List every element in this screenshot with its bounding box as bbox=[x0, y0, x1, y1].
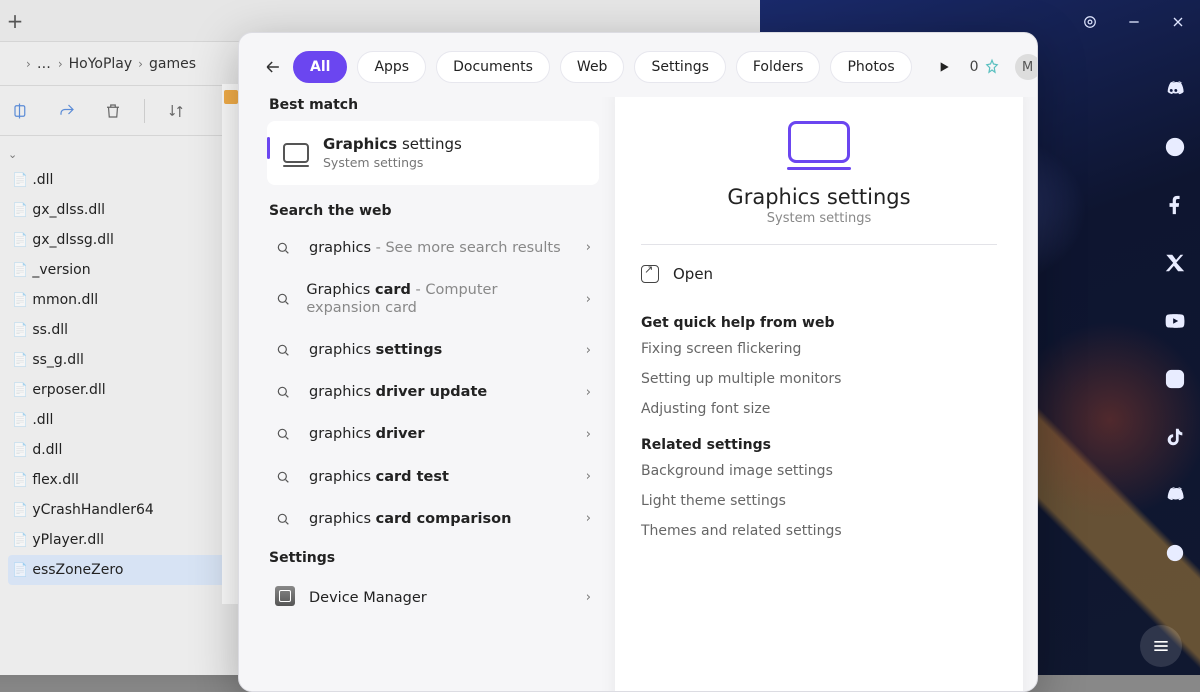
web-search-suggestion[interactable]: Graphics card - Computer expansion card › bbox=[267, 269, 599, 329]
search-filter-tabs: All Apps Documents Web Settings Folders Photos… bbox=[239, 33, 1037, 97]
settings-gear-icon[interactable] bbox=[1076, 8, 1104, 36]
filter-tab-photos[interactable]: Photos bbox=[830, 51, 911, 83]
chevron-right-icon: › bbox=[586, 343, 591, 358]
suggestion-label: graphics card test bbox=[309, 468, 449, 486]
help-link[interactable]: Setting up multiple monitors bbox=[641, 371, 997, 387]
search-results-list: Best match Graphics settings System sett… bbox=[239, 97, 609, 691]
crumb-ellipsis[interactable]: … bbox=[37, 56, 52, 72]
minimize-icon[interactable] bbox=[1120, 8, 1148, 36]
related-link[interactable]: Background image settings bbox=[641, 463, 997, 479]
chevron-right-icon: › bbox=[586, 427, 591, 442]
settings-result[interactable]: Device Manager › bbox=[267, 574, 599, 622]
search-icon bbox=[275, 384, 295, 400]
points-value: 0 bbox=[970, 59, 979, 75]
facebook-icon[interactable] bbox=[1158, 188, 1192, 222]
menu-icon[interactable] bbox=[1140, 625, 1182, 667]
divider bbox=[641, 244, 997, 245]
chevron-right-icon: › bbox=[586, 292, 591, 307]
suggestion-label: graphics driver update bbox=[309, 383, 487, 401]
rename-icon[interactable] bbox=[0, 93, 42, 129]
discord2-icon[interactable] bbox=[1158, 478, 1192, 512]
search-icon bbox=[275, 511, 295, 527]
instagram-icon[interactable] bbox=[1158, 362, 1192, 396]
play-icon[interactable] bbox=[932, 55, 956, 79]
toolbar-separator bbox=[144, 99, 145, 123]
open-external-icon bbox=[641, 265, 659, 283]
web-search-suggestion[interactable]: graphics settings › bbox=[267, 329, 599, 371]
best-match-title: Graphics settings bbox=[323, 135, 462, 155]
chevron-right-icon: › bbox=[586, 590, 591, 605]
delete-icon[interactable] bbox=[92, 93, 134, 129]
web-search-suggestion[interactable]: graphics driver › bbox=[267, 413, 599, 455]
settings-result-label: Device Manager bbox=[309, 589, 427, 607]
reddit-icon[interactable] bbox=[1158, 130, 1192, 164]
windows-search-panel: All Apps Documents Web Settings Folders Photos… bbox=[238, 32, 1038, 692]
settings-heading: Settings bbox=[269, 550, 599, 566]
sort-icon[interactable] bbox=[155, 93, 197, 129]
app-icon bbox=[224, 90, 238, 104]
back-button[interactable] bbox=[263, 52, 283, 82]
chevron-right-icon: › bbox=[586, 469, 591, 484]
web-search-suggestion[interactable]: graphics - See more search results › bbox=[267, 227, 599, 269]
preview-title: Graphics settings bbox=[641, 185, 997, 209]
quick-help-heading: Get quick help from web bbox=[641, 315, 997, 331]
related-settings-heading: Related settings bbox=[641, 437, 997, 453]
best-match-subtitle: System settings bbox=[323, 155, 462, 171]
chevron-right-icon: › bbox=[138, 57, 143, 71]
suggestion-label: graphics driver bbox=[309, 425, 425, 443]
crumb-folder[interactable]: games bbox=[149, 56, 196, 72]
help-link[interactable]: Fixing screen flickering bbox=[641, 341, 997, 357]
preview-subtitle: System settings bbox=[641, 211, 997, 226]
best-match-result[interactable]: Graphics settings System settings bbox=[267, 121, 599, 185]
share-icon[interactable] bbox=[46, 93, 88, 129]
display-large-icon bbox=[788, 121, 850, 163]
filter-tab-web[interactable]: Web bbox=[560, 51, 625, 83]
chevron-right-icon: › bbox=[586, 240, 591, 255]
suggestion-label: Graphics card - Computer expansion card bbox=[306, 281, 571, 317]
search-icon bbox=[275, 469, 295, 485]
search-icon bbox=[275, 342, 295, 358]
filter-tab-documents[interactable]: Documents bbox=[436, 51, 550, 83]
new-tab-button[interactable]: + bbox=[0, 6, 30, 36]
open-label: Open bbox=[673, 265, 713, 283]
web-search-suggestion[interactable]: graphics driver update › bbox=[267, 371, 599, 413]
search-icon bbox=[275, 291, 292, 307]
tiktok-icon[interactable] bbox=[1158, 420, 1192, 454]
user-avatar[interactable]: M bbox=[1015, 54, 1038, 80]
filter-tab-settings[interactable]: Settings bbox=[634, 51, 725, 83]
display-icon bbox=[283, 143, 309, 163]
filter-tab-apps[interactable]: Apps bbox=[357, 51, 426, 83]
open-action[interactable]: Open bbox=[641, 253, 997, 295]
web-search-suggestion[interactable]: graphics card comparison › bbox=[267, 498, 599, 540]
crumb-folder[interactable]: HoYoPlay bbox=[69, 56, 133, 72]
x-icon[interactable] bbox=[1158, 246, 1192, 280]
suggestion-label: graphics settings bbox=[309, 341, 442, 359]
result-preview-card: Graphics settings System settings Open G… bbox=[615, 97, 1023, 691]
search-icon bbox=[275, 426, 295, 442]
filter-tab-folders[interactable]: Folders bbox=[736, 51, 821, 83]
related-link[interactable]: Themes and related settings bbox=[641, 523, 997, 539]
suggestion-label: graphics - See more search results bbox=[309, 239, 561, 257]
filter-tab-all[interactable]: All bbox=[293, 51, 347, 83]
chevron-right-icon: › bbox=[586, 385, 591, 400]
web-search-suggestion[interactable]: graphics card test › bbox=[267, 456, 599, 498]
discord-icon[interactable] bbox=[1158, 72, 1192, 106]
search-web-heading: Search the web bbox=[269, 203, 599, 219]
rewards-points[interactable]: 0 bbox=[970, 58, 1001, 76]
related-link[interactable]: Light theme settings bbox=[641, 493, 997, 509]
help-link[interactable]: Adjusting font size bbox=[641, 401, 997, 417]
suggestion-label: graphics card comparison bbox=[309, 510, 511, 528]
support-icon[interactable] bbox=[1158, 536, 1192, 570]
best-match-heading: Best match bbox=[269, 97, 599, 113]
device-manager-icon bbox=[275, 586, 295, 610]
chevron-right-icon: › bbox=[586, 511, 591, 526]
chevron-right-icon: › bbox=[58, 57, 63, 71]
chevron-down-icon[interactable]: ⌄ bbox=[8, 148, 17, 161]
search-icon bbox=[275, 240, 295, 256]
close-icon[interactable] bbox=[1164, 8, 1192, 36]
chevron-right-icon: › bbox=[26, 57, 31, 71]
youtube-icon[interactable] bbox=[1158, 304, 1192, 338]
